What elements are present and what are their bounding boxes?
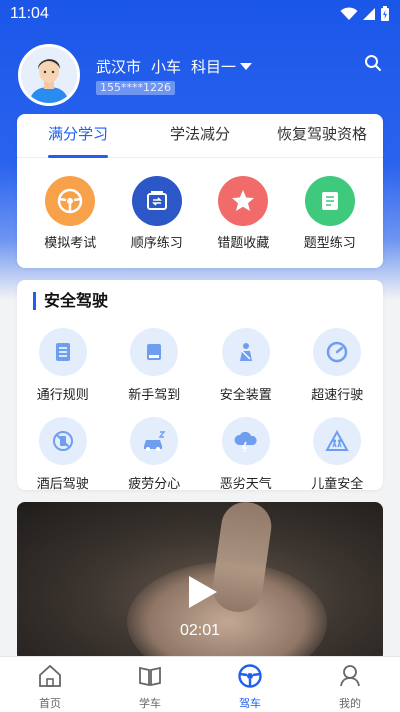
nav-learn[interactable]: 学车 <box>100 657 200 712</box>
speedometer-icon <box>313 328 362 376</box>
safety-item-novice[interactable]: 新手驾到 <box>109 328 201 403</box>
safety-label: 疲劳分心 <box>128 477 181 492</box>
mock-exam-button[interactable]: 模拟考试 <box>32 176 108 251</box>
bottom-nav: 首页 学车 驾车 我的 <box>0 656 400 712</box>
subject-label: 科目一 <box>191 58 237 76</box>
nav-label: 首页 <box>39 697 61 710</box>
profile-icon <box>340 665 360 687</box>
safety-grid: 通行规则 新手驾到 安全装置 超速行驶 酒后驾驶 疲劳分心 恶劣天气 儿童安全 <box>17 328 383 492</box>
nav-label: 驾车 <box>239 697 261 710</box>
section-title: 安全驾驶 <box>33 292 108 310</box>
signal-icon <box>363 8 375 20</box>
question-type-button[interactable]: 题型练习 <box>292 176 368 251</box>
tab-full-score[interactable]: 满分学习 <box>17 114 139 157</box>
battery-icon <box>381 6 389 21</box>
vehicle-label[interactable]: 小车 <box>151 56 181 77</box>
seatbelt-icon <box>221 328 270 376</box>
safety-item-bad-weather[interactable]: 恶劣天气 <box>200 417 292 492</box>
safety-label: 通行规则 <box>36 388 89 403</box>
child-safety-icon <box>313 417 362 465</box>
wifi-icon <box>340 7 358 20</box>
open-book-icon <box>139 666 161 687</box>
safety-card: 安全驾驶 通行规则 新手驾到 安全装置 超速行驶 酒后驾驶 疲劳分心 恶劣天气 … <box>17 280 383 492</box>
avatar[interactable] <box>18 44 80 106</box>
sequence-practice-label: 顺序练习 <box>130 236 183 251</box>
nav-home[interactable]: 首页 <box>0 657 100 712</box>
study-card: 满分学习 学法减分 恢复驾驶资格 模拟考试 顺序练习 错题收藏 题型练习 <box>17 114 383 268</box>
play-icon[interactable] <box>187 574 219 610</box>
wrong-questions-label: 错题收藏 <box>217 236 270 251</box>
safety-item-safety-devices[interactable]: 安全装置 <box>200 328 292 403</box>
safety-label: 新手驾到 <box>128 388 181 403</box>
steering-wheel-icon <box>238 664 262 688</box>
nav-label: 学车 <box>139 697 161 710</box>
tired-car-icon <box>130 417 179 465</box>
user-profile: 武汉市 小车 科目一 155****1226 <box>18 44 388 106</box>
safety-label: 安全装置 <box>219 388 272 403</box>
search-icon[interactable] <box>364 54 382 72</box>
star-icon <box>218 176 269 226</box>
tab-restore-license[interactable]: 恢复驾驶资格 <box>261 114 383 157</box>
home-icon <box>39 664 61 687</box>
study-tabs: 满分学习 学法减分 恢复驾驶资格 <box>17 114 383 158</box>
nav-drive[interactable]: 驾车 <box>200 657 300 712</box>
safety-item-speeding[interactable]: 超速行驶 <box>292 328 384 403</box>
nav-profile[interactable]: 我的 <box>300 657 400 712</box>
rules-list-icon <box>38 328 87 376</box>
safety-label: 儿童安全 <box>311 477 364 492</box>
safety-item-fatigue[interactable]: 疲劳分心 <box>109 417 201 492</box>
storm-cloud-icon <box>221 417 270 465</box>
status-bar: 11:04 <box>0 0 400 28</box>
subject-selector[interactable]: 科目一 <box>191 56 253 77</box>
caret-down-icon <box>240 62 253 70</box>
question-type-label: 题型练习 <box>303 236 356 251</box>
video-player[interactable]: 02:01 <box>17 502 383 662</box>
sequence-icon <box>131 176 182 226</box>
safety-label: 超速行驶 <box>311 388 364 403</box>
novice-book-icon <box>130 328 179 376</box>
profile-info: 武汉市 小车 科目一 <box>96 56 253 77</box>
steering-wheel-icon <box>45 176 96 226</box>
video-duration: 02:01 <box>179 622 221 639</box>
study-grid: 模拟考试 顺序练习 错题收藏 题型练习 <box>17 158 383 251</box>
book-icon <box>304 176 355 226</box>
sequence-practice-button[interactable]: 顺序练习 <box>119 176 195 251</box>
city-label[interactable]: 武汉市 <box>96 56 141 77</box>
tab-point-reduction[interactable]: 学法减分 <box>139 114 261 157</box>
safety-item-drunk-driving[interactable]: 酒后驾驶 <box>17 417 109 492</box>
safety-label: 恶劣天气 <box>219 477 272 492</box>
no-drink-icon <box>38 417 87 465</box>
safety-item-traffic-rules[interactable]: 通行规则 <box>17 328 109 403</box>
mock-exam-label: 模拟考试 <box>44 236 97 251</box>
status-time: 11:04 <box>10 5 49 22</box>
phone-number: 155****1226 <box>96 81 175 95</box>
safety-item-child-safety[interactable]: 儿童安全 <box>292 417 384 492</box>
nav-label: 我的 <box>339 697 361 710</box>
safety-label: 酒后驾驶 <box>36 477 89 492</box>
status-icons <box>340 6 390 22</box>
wrong-questions-button[interactable]: 错题收藏 <box>205 176 281 251</box>
